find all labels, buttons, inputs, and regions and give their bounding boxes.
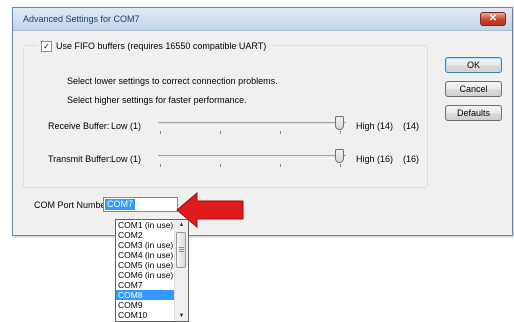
com-port-dropdown-list[interactable]: COM1 (in use) COM2 COM3 (in use) COM4 (in u… bbox=[115, 219, 189, 322]
grip-line bbox=[179, 251, 184, 252]
scroll-down-icon[interactable]: ▼ bbox=[175, 311, 188, 321]
com-port-combobox[interactable]: COM7 bbox=[103, 197, 178, 212]
defaults-button[interactable]: Defaults bbox=[445, 105, 502, 121]
transmit-tick bbox=[280, 164, 281, 167]
title-bar: Advanced Settings for COM7 ✕ bbox=[13, 8, 512, 31]
transmit-tick bbox=[340, 164, 341, 167]
close-button[interactable]: ✕ bbox=[480, 12, 506, 26]
com-port-label: COM Port Number: bbox=[34, 200, 112, 210]
fifo-checkbox[interactable]: ✓ bbox=[41, 40, 52, 52]
receive-buffer-label: Receive Buffer: bbox=[48, 121, 110, 131]
transmit-buffer-slider[interactable] bbox=[158, 155, 346, 159]
fifo-checkbox-label: Use FIFO buffers (requires 16550 compati… bbox=[56, 41, 267, 51]
transmit-value: (16) bbox=[403, 154, 420, 164]
arrow-shape bbox=[176, 191, 244, 229]
receive-tick bbox=[340, 131, 341, 134]
grip-line bbox=[179, 249, 184, 250]
receive-high-label: High (14) bbox=[356, 121, 394, 131]
fifo-checkbox-row[interactable]: ✓ Use FIFO buffers (requires 16550 compa… bbox=[38, 40, 270, 52]
dialog-title: Advanced Settings for COM7 bbox=[23, 14, 140, 24]
receive-low-label: Low (1) bbox=[111, 121, 142, 131]
ok-button[interactable]: OK bbox=[445, 57, 502, 73]
fifo-group-box bbox=[23, 45, 428, 188]
receive-buffer-slider[interactable] bbox=[158, 122, 346, 126]
close-icon: ✕ bbox=[488, 13, 498, 24]
transmit-tick bbox=[160, 164, 161, 167]
transmit-buffer-label: Transmit Buffer: bbox=[48, 154, 112, 164]
com-port-selected-value: COM7 bbox=[105, 199, 136, 210]
transmit-high-label: High (16) bbox=[356, 154, 394, 164]
hint-lower-text: Select lower settings to correct connect… bbox=[67, 76, 278, 86]
receive-value: (14) bbox=[403, 121, 420, 131]
receive-buffer-slider-thumb[interactable] bbox=[335, 116, 344, 130]
transmit-low-label: Low (1) bbox=[111, 154, 142, 164]
cancel-button[interactable]: Cancel bbox=[445, 81, 502, 97]
red-arrow-icon bbox=[176, 191, 244, 229]
hint-higher-text: Select higher settings for faster perfor… bbox=[67, 95, 247, 105]
scrollbar-thumb[interactable] bbox=[176, 232, 186, 268]
checkmark-icon: ✓ bbox=[43, 41, 50, 51]
dropdown-scrollbar[interactable]: ▲ ▼ bbox=[174, 220, 188, 321]
receive-tick bbox=[220, 131, 221, 134]
receive-tick bbox=[280, 131, 281, 134]
receive-tick bbox=[160, 131, 161, 134]
transmit-tick bbox=[220, 164, 221, 167]
grip-line bbox=[179, 247, 184, 248]
transmit-buffer-slider-thumb[interactable] bbox=[335, 149, 344, 163]
